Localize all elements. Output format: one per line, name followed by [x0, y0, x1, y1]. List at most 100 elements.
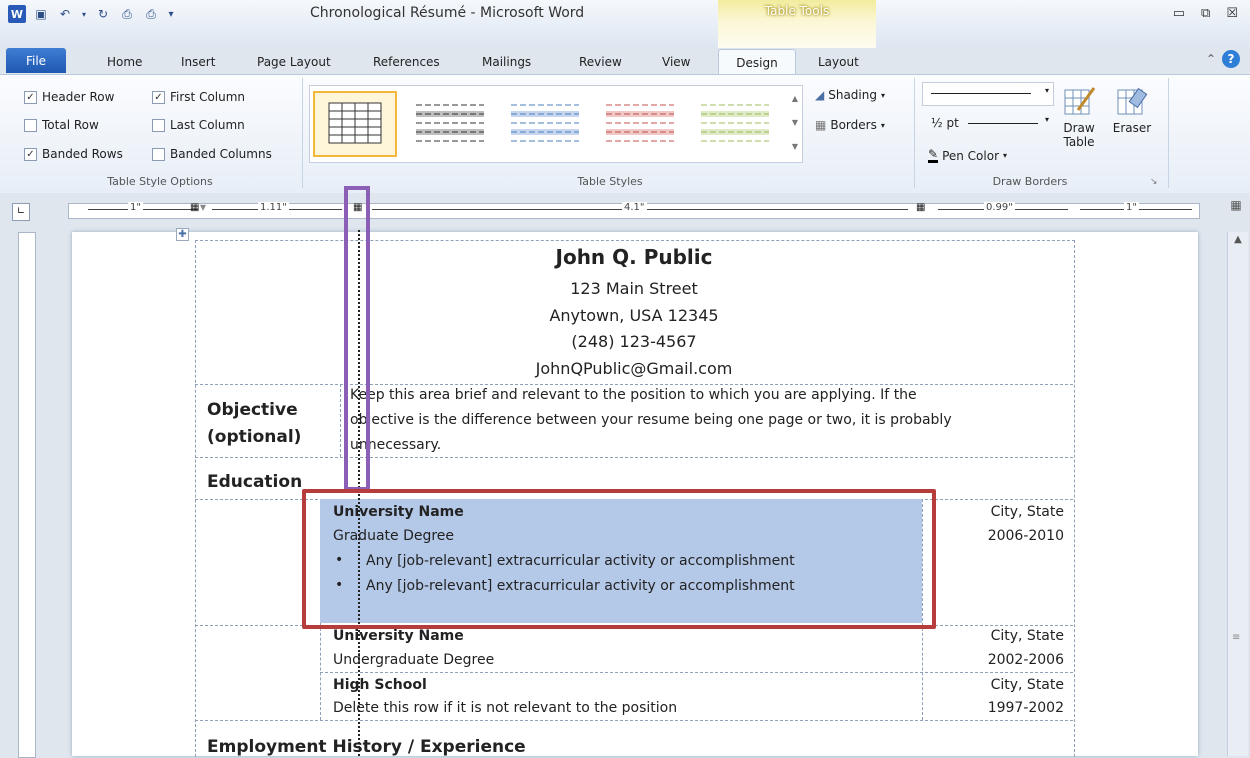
objective-text-line[interactable]: Keep this area brief and relevant to the…: [350, 387, 917, 403]
green-style-icon: [701, 104, 769, 142]
shading-bucket-icon: ◢: [815, 88, 825, 102]
split-view-icon[interactable]: ▦: [1227, 198, 1245, 224]
tab-insert[interactable]: Insert: [181, 55, 215, 69]
tab-file[interactable]: File: [6, 48, 66, 73]
eraser-button[interactable]: Eraser: [1108, 84, 1156, 135]
ruler-column-2: 4.1": [622, 202, 647, 213]
gallery-down-icon[interactable]: ▼: [790, 111, 800, 135]
school-years[interactable]: 2002-2006: [930, 652, 1064, 668]
school-location[interactable]: City, State: [930, 504, 1064, 520]
resume-name: John Q. Public: [555, 245, 713, 269]
header-row-label: Header Row: [42, 90, 115, 104]
restore-icon[interactable]: ⧉: [1201, 6, 1210, 21]
undo-dropdown-icon[interactable]: ▾: [80, 5, 88, 23]
ribbon-collapse-icon[interactable]: ⌃: [1206, 52, 1216, 66]
last-column-checkbox[interactable]: [152, 118, 165, 132]
table-style-gray[interactable]: [410, 91, 490, 153]
borders-button[interactable]: ▦ Borders ▾: [815, 118, 885, 132]
customize-qat-icon[interactable]: ▾: [166, 5, 176, 23]
quick-print-icon[interactable]: ⎙: [142, 5, 160, 23]
gallery-up-icon[interactable]: ▲: [790, 87, 800, 111]
ruler-column-1: 1.11": [258, 202, 289, 213]
tab-design[interactable]: Design: [718, 49, 796, 76]
eraser-icon: [1117, 87, 1148, 115]
print-preview-icon[interactable]: ⎙: [118, 5, 136, 23]
word-logo-icon[interactable]: W: [8, 5, 26, 23]
tab-home[interactable]: Home: [107, 55, 142, 69]
close-icon[interactable]: ☒: [1226, 6, 1238, 21]
first-column-checkbox[interactable]: ✓: [152, 90, 165, 104]
scroll-thumb-grip-icon[interactable]: ≡: [1232, 632, 1240, 643]
school-location[interactable]: City, State: [930, 628, 1064, 644]
total-row-option[interactable]: Total Row: [24, 118, 99, 132]
minimize-icon[interactable]: ▭: [1173, 6, 1185, 21]
tab-page-layout[interactable]: Page Layout: [257, 55, 331, 69]
tab-mailings[interactable]: Mailings: [482, 55, 531, 69]
draw-table-button[interactable]: Draw Table: [1057, 84, 1101, 149]
table-move-handle-icon[interactable]: ✚: [176, 228, 189, 241]
pen-icon: ✎: [928, 147, 939, 163]
tab-view[interactable]: View: [662, 55, 690, 69]
banded-columns-checkbox[interactable]: [152, 147, 165, 161]
objective-heading-optional: (optional): [207, 427, 302, 447]
gallery-more-icon[interactable]: ▼: [790, 135, 800, 159]
borders-dropdown-icon: ▾: [880, 120, 885, 130]
line-style-dropdown-icon: ▾: [1044, 86, 1049, 95]
header-row-checkbox[interactable]: ✓: [24, 90, 37, 104]
resume-city: Anytown, USA 12345: [549, 306, 719, 325]
line-weight-dropdown[interactable]: ½ pt ▾: [922, 111, 1054, 135]
column-marker-icon[interactable]: ▦: [190, 202, 199, 213]
scroll-up-icon[interactable]: ▲: [1228, 234, 1248, 245]
redo-icon[interactable]: ↻: [94, 5, 112, 23]
red-style-icon: [606, 104, 674, 142]
vertical-scrollbar[interactable]: ▲ ≡: [1227, 232, 1248, 756]
resume-street: 123 Main Street: [570, 279, 698, 298]
undo-icon[interactable]: ↶: [56, 5, 74, 23]
school-location[interactable]: City, State: [930, 677, 1064, 693]
indent-marker-icon[interactable]: ▾: [200, 200, 206, 214]
selection-annotation: [302, 489, 936, 629]
resume-email: JohnQPublic@Gmail.com: [535, 359, 733, 378]
table-style-red[interactable]: [600, 91, 680, 153]
objective-heading: Objective: [207, 400, 298, 420]
save-icon[interactable]: ▣: [32, 5, 50, 23]
borders-grid-icon: ▦: [815, 118, 827, 132]
banded-columns-option[interactable]: Banded Columns: [152, 147, 272, 161]
school-years[interactable]: 1997-2002: [930, 700, 1064, 716]
table-style-blue[interactable]: [505, 91, 585, 153]
borders-label: Borders: [830, 118, 877, 132]
school-name[interactable]: University Name: [333, 628, 464, 644]
last-column-option[interactable]: Last Column: [152, 118, 245, 132]
pen-color-dropdown-icon: ▾: [1003, 151, 1008, 160]
tab-review[interactable]: Review: [579, 55, 622, 69]
help-area: ⌃ ?: [1206, 50, 1240, 68]
line-weight-label: ½ pt: [931, 116, 959, 130]
shading-label: Shading: [828, 88, 877, 102]
total-row-label: Total Row: [42, 118, 99, 132]
dialog-launcher-icon[interactable]: ↘: [1150, 177, 1158, 187]
help-icon[interactable]: ?: [1222, 50, 1240, 68]
pen-color-button[interactable]: ✎ Pen Color ▾: [928, 148, 1007, 163]
school-years[interactable]: 2006-2010: [930, 528, 1064, 544]
banded-rows-option[interactable]: ✓ Banded Rows: [24, 147, 123, 161]
shading-button[interactable]: ◢ Shading ▾: [815, 88, 885, 102]
tab-layout[interactable]: Layout: [818, 55, 859, 69]
total-row-checkbox[interactable]: [24, 118, 37, 132]
tab-selector-icon[interactable]: ∟: [12, 203, 30, 221]
table-gridline: [320, 672, 1073, 673]
objective-text-line[interactable]: objective is the difference between your…: [350, 412, 952, 428]
table-style-grid-selected[interactable]: [313, 91, 397, 157]
school-name[interactable]: High School: [333, 677, 427, 693]
degree[interactable]: Delete this row if it is not relevant to…: [333, 700, 677, 716]
tab-references[interactable]: References: [373, 55, 440, 69]
line-style-dropdown[interactable]: ▾: [922, 82, 1054, 106]
table-style-green[interactable]: [695, 91, 775, 153]
draw-borders-group-label: Draw Borders: [992, 175, 1068, 188]
banded-rows-checkbox[interactable]: ✓: [24, 147, 37, 161]
vertical-ruler[interactable]: [18, 232, 36, 758]
column-marker-icon[interactable]: ▦: [916, 202, 925, 213]
ruler-margin-left: 1": [128, 202, 143, 213]
line-weight-dropdown-icon: ▾: [1044, 115, 1049, 124]
header-row-option[interactable]: ✓ Header Row: [24, 90, 114, 104]
first-column-option[interactable]: ✓ First Column: [152, 90, 245, 104]
